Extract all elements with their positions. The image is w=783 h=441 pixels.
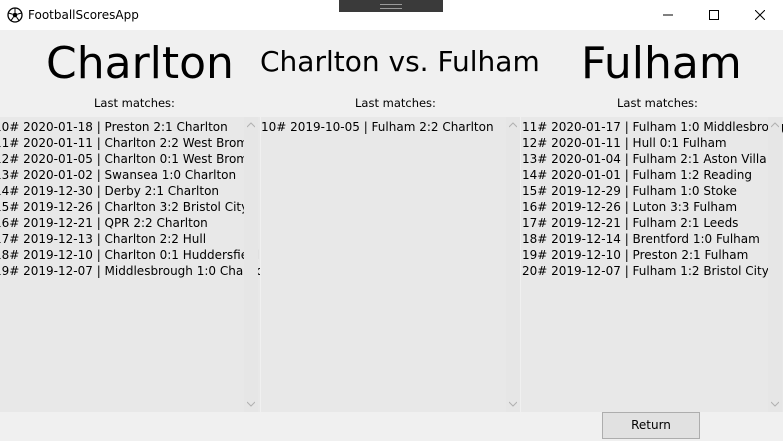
list-item[interactable]: 15# 2019-12-29 | Fulham 1:0 Stoke bbox=[522, 183, 783, 199]
close-button[interactable] bbox=[737, 0, 783, 30]
home-matches-scrollbar[interactable] bbox=[244, 117, 258, 412]
return-button[interactable]: Return bbox=[602, 412, 700, 439]
list-item[interactable]: 12# 2020-01-11 | Hull 0:1 Fulham bbox=[522, 135, 783, 151]
away-matches-list[interactable]: 11# 2020-01-17 | Fulham 1:0 Middlesbroug… bbox=[521, 117, 783, 412]
scroll-up-icon bbox=[247, 122, 255, 128]
scroll-down-icon bbox=[771, 401, 779, 407]
list-item[interactable]: 11# 2020-01-11 | Charlton 2:2 West Brom bbox=[0, 135, 260, 151]
list-item[interactable]: 18# 2019-12-14 | Brentford 1:0 Fulham bbox=[522, 231, 783, 247]
list-item[interactable]: 10# 2020-01-18 | Preston 2:1 Charlton bbox=[0, 119, 260, 135]
list-item[interactable]: 10# 2019-10-05 | Fulham 2:2 Charlton bbox=[261, 119, 494, 135]
scroll-down-icon bbox=[509, 401, 517, 407]
home-matches-list[interactable]: 10# 2020-01-18 | Preston 2:1 Charlton 11#… bbox=[0, 117, 260, 412]
list-item[interactable]: 19# 2019-12-10 | Preston 2:1 Fulham bbox=[522, 247, 783, 263]
scroll-up-icon bbox=[771, 122, 779, 128]
list-item[interactable]: 18# 2019-12-10 | Charlton 0:1 Huddersfie… bbox=[0, 247, 260, 263]
list-item[interactable]: 15# 2019-12-26 | Charlton 3:2 Bristol Ci… bbox=[0, 199, 260, 215]
list-item[interactable]: 13# 2020-01-04 | Fulham 2:1 Aston Villa bbox=[522, 151, 783, 167]
head-to-head-label: Last matches: bbox=[355, 96, 436, 110]
away-team-name: Fulham bbox=[581, 38, 742, 89]
away-matches-scrollbar[interactable] bbox=[768, 117, 782, 412]
minimize-icon bbox=[663, 14, 673, 16]
close-icon bbox=[755, 10, 765, 20]
list-item[interactable]: 12# 2020-01-05 | Charlton 0:1 West Brom bbox=[0, 151, 260, 167]
match-title: Charlton vs. Fulham bbox=[260, 45, 540, 78]
list-item[interactable]: 20# 2019-12-07 | Fulham 1:2 Bristol City bbox=[522, 263, 783, 279]
maximize-button[interactable] bbox=[691, 0, 737, 30]
title-bar: FootballScoresApp bbox=[0, 0, 783, 30]
list-item[interactable]: 16# 2019-12-26 | Luton 3:3 Fulham bbox=[522, 199, 783, 215]
list-rows: 10# 2020-01-18 | Preston 2:1 Charlton 11#… bbox=[0, 119, 260, 279]
maximize-icon bbox=[709, 10, 719, 20]
list-rows: 11# 2020-01-17 | Fulham 1:0 Middlesbroug… bbox=[522, 119, 783, 279]
soccer-ball-icon bbox=[7, 7, 23, 23]
scroll-up-icon bbox=[509, 122, 517, 128]
list-item[interactable]: 14# 2019-12-30 | Derby 2:1 Charlton bbox=[0, 183, 260, 199]
list-item[interactable]: 13# 2020-01-02 | Swansea 1:0 Charlton bbox=[0, 167, 260, 183]
home-team-name: Charlton bbox=[46, 38, 234, 89]
drag-handle[interactable] bbox=[339, 0, 443, 12]
list-item[interactable]: 17# 2019-12-21 | Fulham 2:1 Leeds bbox=[522, 215, 783, 231]
head-to-head-list[interactable]: 10# 2019-10-05 | Fulham 2:2 Charlton bbox=[261, 117, 520, 412]
list-item[interactable]: 19# 2019-12-07 | Middlesbrough 1:0 Charl… bbox=[0, 263, 260, 279]
list-item[interactable]: 14# 2020-01-01 | Fulham 1:2 Reading bbox=[522, 167, 783, 183]
list-item[interactable]: 17# 2019-12-13 | Charlton 2:2 Hull bbox=[0, 231, 260, 247]
head-to-head-scrollbar[interactable] bbox=[506, 117, 520, 412]
list-item[interactable]: 16# 2019-12-21 | QPR 2:2 Charlton bbox=[0, 215, 260, 231]
window-title: FootballScoresApp bbox=[28, 8, 139, 22]
scroll-down-icon bbox=[247, 401, 255, 407]
away-last-matches-label: Last matches: bbox=[617, 96, 698, 110]
list-rows: 10# 2019-10-05 | Fulham 2:2 Charlton bbox=[261, 119, 494, 135]
home-last-matches-label: Last matches: bbox=[94, 96, 175, 110]
minimize-button[interactable] bbox=[645, 0, 691, 30]
list-item[interactable]: 11# 2020-01-17 | Fulham 1:0 Middlesbroug… bbox=[522, 119, 783, 135]
